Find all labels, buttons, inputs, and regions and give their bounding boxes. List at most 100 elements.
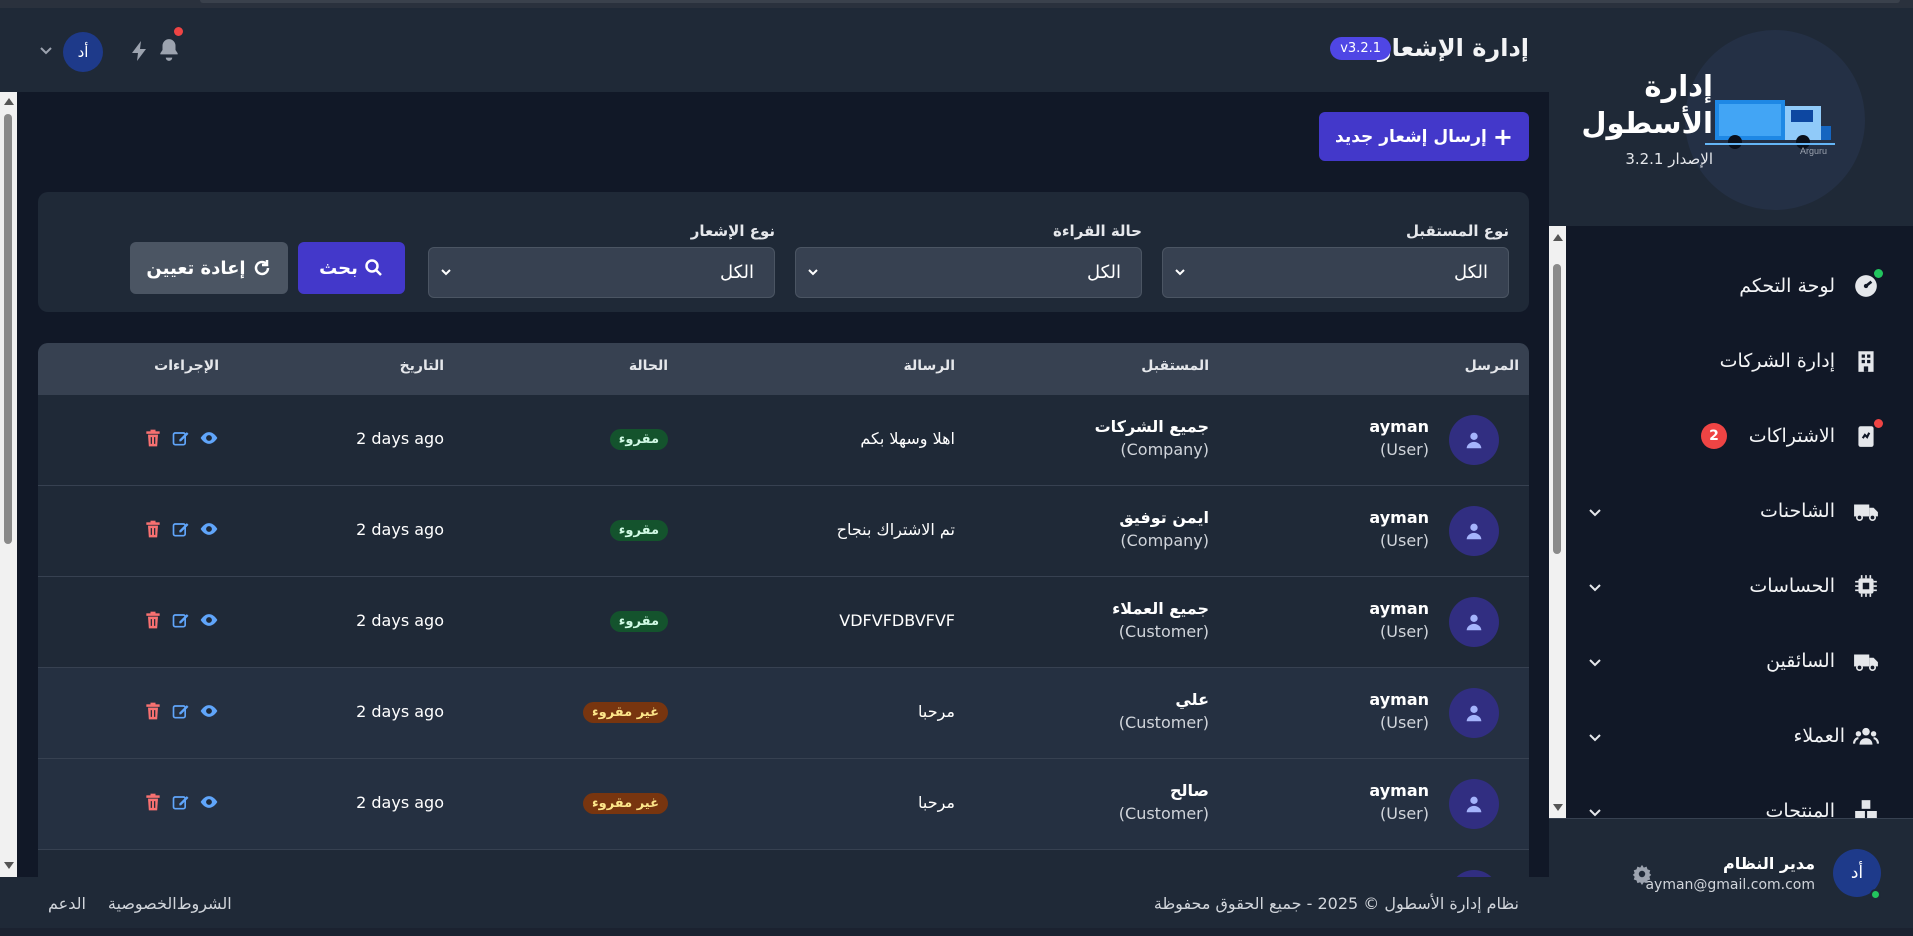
date-cell: 2 days ago xyxy=(356,611,444,630)
app-window: إدارة الإشعارات v3.2.1 أد + إرسال إشعار … xyxy=(0,0,1913,936)
user-icon xyxy=(1449,688,1499,738)
sidebar-scrollbar[interactable] xyxy=(1549,226,1566,818)
recipient-cell: صالح (Customer) xyxy=(1119,781,1209,823)
trash-icon[interactable] xyxy=(143,610,163,630)
user-icon xyxy=(1449,870,1499,877)
building-icon xyxy=(1858,351,1874,372)
recipient-type-select[interactable]: الكل xyxy=(1162,247,1509,298)
terms-link[interactable]: الشروط xyxy=(177,894,232,913)
recipient-cell: علي (Customer) xyxy=(1119,690,1209,732)
sidebar-item-label: الحساسات xyxy=(1749,575,1835,597)
edit-icon[interactable] xyxy=(171,792,191,812)
recipient-type-value: الكل xyxy=(1453,262,1488,283)
row-actions xyxy=(143,610,219,630)
search-button[interactable]: بحث xyxy=(298,242,405,294)
sidebar-item-subscriptions[interactable]: الاشتراكات 2 xyxy=(1566,401,1913,471)
edit-icon[interactable] xyxy=(171,428,191,448)
sidebar-item-sensors[interactable]: الحساسات xyxy=(1566,551,1913,621)
notification-type-select[interactable]: الكل xyxy=(428,247,775,298)
edit-icon[interactable] xyxy=(171,519,191,539)
chevron-down-icon[interactable] xyxy=(36,40,56,60)
send-new-notification-button[interactable]: + إرسال إشعار جديد xyxy=(1319,112,1529,161)
status-dot xyxy=(1874,269,1883,278)
sidebar: Arguru إدارة الأسطول الإصدار 3.2.1 لوحة … xyxy=(1549,8,1913,928)
column-header-status: الحالة xyxy=(628,358,668,374)
sender-type: (User) xyxy=(1380,713,1429,732)
chevron-down-icon xyxy=(1589,734,1601,742)
sidebar-item-trucks[interactable]: الشاحنات xyxy=(1566,476,1913,546)
trash-icon[interactable] xyxy=(143,519,163,539)
scroll-down-arrow[interactable] xyxy=(1553,804,1563,811)
scroll-thumb[interactable] xyxy=(1553,264,1561,554)
trash-icon[interactable] xyxy=(143,792,163,812)
scroll-up-arrow[interactable] xyxy=(4,98,14,105)
eye-icon[interactable] xyxy=(199,519,219,539)
eye-icon[interactable] xyxy=(199,610,219,630)
read-status-select[interactable]: الكل xyxy=(795,247,1142,298)
scroll-thumb[interactable] xyxy=(4,114,12,544)
status-badge: غير مقروء xyxy=(582,793,668,814)
table-row: ayman (User) علي (Customer) مرحبا غير مقروء 2 … xyxy=(38,667,1529,758)
table-header: المرسل المستقبل الرسالة الحالة التاريخ ا… xyxy=(38,343,1529,394)
eye-icon[interactable] xyxy=(199,428,219,448)
bell-icon[interactable] xyxy=(156,37,182,63)
sidebar-item-label: الاشتراكات xyxy=(1748,425,1835,447)
footer: نظام إدارة الأسطول © 2025 - جميع الحقوق … xyxy=(0,877,1549,928)
row-actions xyxy=(143,519,219,539)
version-badge: v3.2.1 xyxy=(1330,37,1391,60)
sidebar-item-companies[interactable]: إدارة الشركات xyxy=(1566,326,1913,396)
gear-icon[interactable] xyxy=(1631,863,1653,885)
search-icon xyxy=(365,259,382,276)
bolt-icon[interactable] xyxy=(128,39,152,63)
sidebar-item-customers[interactable]: العملاء xyxy=(1566,701,1913,771)
sender-name: ayman xyxy=(1369,690,1429,709)
trash-icon[interactable] xyxy=(143,428,163,448)
sender-type: (User) xyxy=(1380,622,1429,641)
sender-cell: ayman (User) xyxy=(1369,690,1429,732)
reset-button[interactable]: إعادة تعيين xyxy=(130,242,288,294)
sender-type: (User) xyxy=(1380,804,1429,823)
sidebar-nav: لوحة التحكم إدارة الشركات الاشتراكات 2 ا… xyxy=(1566,226,1913,818)
table-row: ayman (User) صالح (Customer) مرحبا غير مقروء 2… xyxy=(38,758,1529,849)
sidebar-item-dashboard[interactable]: لوحة التحكم xyxy=(1566,251,1913,321)
table-row xyxy=(38,849,1529,877)
chevron-down-icon xyxy=(808,269,818,276)
status-badge: مقروء xyxy=(609,429,668,450)
boxes-icon xyxy=(1855,800,1877,818)
edit-icon[interactable] xyxy=(171,701,191,721)
privacy-link[interactable]: الخصوصية xyxy=(108,894,177,913)
sender-name: ayman xyxy=(1369,599,1429,618)
recipient-type: (Customer) xyxy=(1118,804,1209,823)
scroll-up-arrow[interactable] xyxy=(1553,234,1563,241)
eye-icon[interactable] xyxy=(199,792,219,812)
recipient-name: صالح xyxy=(1169,781,1209,800)
support-link[interactable]: الدعم xyxy=(48,894,86,913)
sidebar-item-label: لوحة التحكم xyxy=(1739,275,1835,297)
recipient-cell: جميع العملاء (Customer) xyxy=(1112,599,1209,641)
recipient-type: (Company) xyxy=(1120,531,1209,550)
chevron-down-icon xyxy=(1589,584,1601,592)
user-icon xyxy=(1449,506,1499,556)
trash-icon[interactable] xyxy=(143,701,163,721)
sidebar-item-drivers[interactable]: السائقين xyxy=(1566,626,1913,696)
status-badge: غير مقروء xyxy=(582,702,668,723)
edit-icon[interactable] xyxy=(171,610,191,630)
refresh-icon xyxy=(254,260,269,276)
scroll-down-arrow[interactable] xyxy=(4,862,14,869)
table-row: ayman (User) ايمن توفيق (Company) تم الاشترا… xyxy=(38,485,1529,576)
plus-icon: + xyxy=(1492,122,1513,151)
recipient-name: ايمن توفيق xyxy=(1119,508,1209,527)
eye-icon[interactable] xyxy=(199,701,219,721)
main-scrollbar[interactable] xyxy=(0,92,17,877)
sidebar-item-products[interactable]: المنتجات xyxy=(1566,776,1913,818)
notifications-table: المرسل المستقبل الرسالة الحالة التاريخ ا… xyxy=(38,343,1529,877)
reset-label: إعادة تعيين xyxy=(146,257,246,279)
svg-text:Arguru: Arguru xyxy=(1800,146,1827,156)
copyright-text: نظام إدارة الأسطول © 2025 - جميع الحقوق … xyxy=(1153,894,1519,913)
date-cell: 2 days ago xyxy=(356,702,444,721)
brand-version: الإصدار 3.2.1 xyxy=(1625,150,1713,168)
date-cell: 2 days ago xyxy=(356,793,444,812)
table-row: ayman (User) جميع الشركات (Company) اهلا وسه… xyxy=(38,394,1529,485)
user-avatar[interactable]: أد xyxy=(63,32,103,72)
user-name: مدير النظام xyxy=(1722,854,1815,873)
